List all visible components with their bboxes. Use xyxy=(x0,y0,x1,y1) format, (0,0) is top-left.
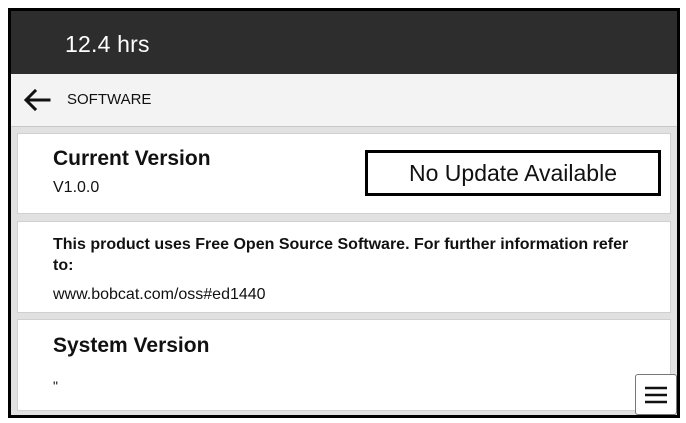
current-version-value: V1.0.0 xyxy=(53,179,100,196)
open-source-notice-panel: This product uses Free Open Source Softw… xyxy=(17,221,671,313)
system-version-value: " xyxy=(53,378,58,394)
update-status-button[interactable]: No Update Available xyxy=(365,150,661,196)
system-version-heading: System Version xyxy=(53,334,210,357)
current-version-panel: Current Version V1.0.0 No Update Availab… xyxy=(17,133,671,214)
open-source-notice: This product uses Free Open Source Softw… xyxy=(53,236,629,274)
system-version-panel: System Version " xyxy=(17,319,671,411)
navigation-bar: SOFTWARE xyxy=(11,74,677,127)
page-title: SOFTWARE xyxy=(67,91,152,108)
hour-meter: 12.4 hrs xyxy=(65,31,150,57)
arrow-left-icon xyxy=(23,89,51,111)
menu-button[interactable] xyxy=(635,374,677,415)
display-screen: 12.4 hrs SOFTWARE Current Version V1.0.0… xyxy=(8,8,680,418)
status-bar: 12.4 hrs xyxy=(11,11,677,74)
hamburger-menu-icon xyxy=(645,386,667,403)
current-version-heading: Current Version xyxy=(53,147,211,170)
back-button[interactable] xyxy=(19,84,55,116)
open-source-link[interactable]: www.bobcat.com/oss#ed1440 xyxy=(53,286,266,304)
